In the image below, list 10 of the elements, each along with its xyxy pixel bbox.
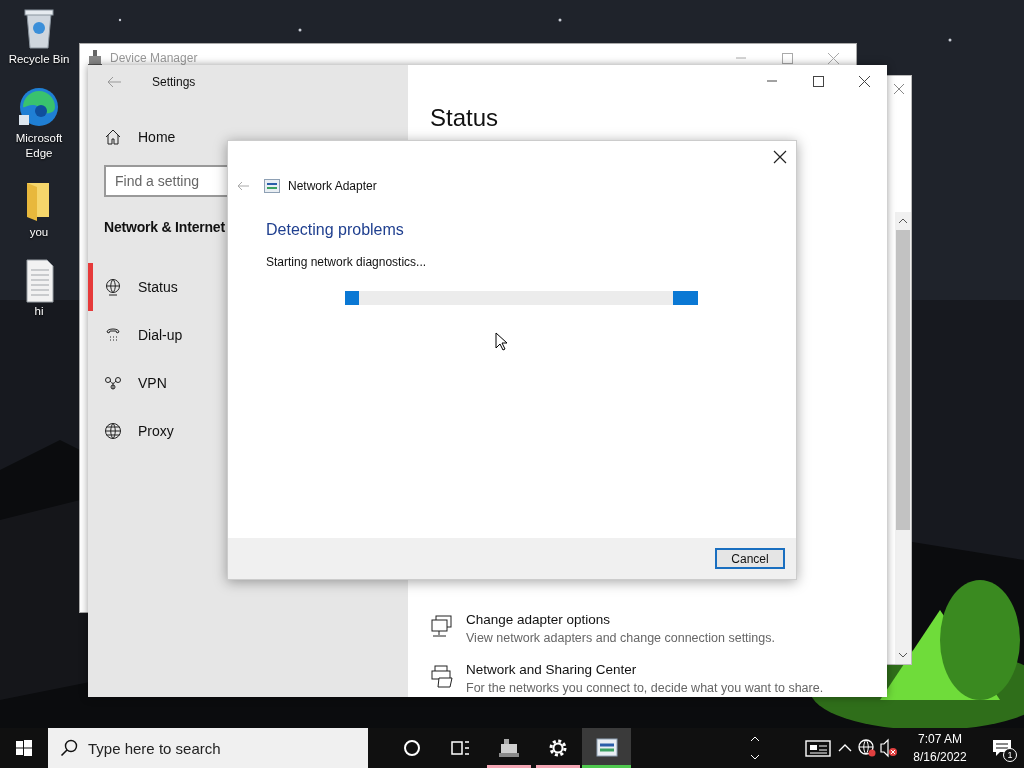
notification-count: 1: [1003, 748, 1017, 762]
section-heading: Network & Internet: [104, 219, 226, 235]
link-description: View network adapters and change connection settings.: [466, 630, 775, 647]
dialog-title: Network Adapter: [288, 179, 377, 193]
window-title: Device Manager: [110, 51, 199, 65]
link-description: For the networks you connect to, decide what you want to share.: [466, 680, 824, 697]
page-title: Status: [430, 103, 499, 133]
status-message: Starting network diagnostics...: [266, 255, 428, 269]
window-title: Settings: [152, 74, 196, 89]
dialog-heading: Detecting problems: [266, 221, 405, 239]
